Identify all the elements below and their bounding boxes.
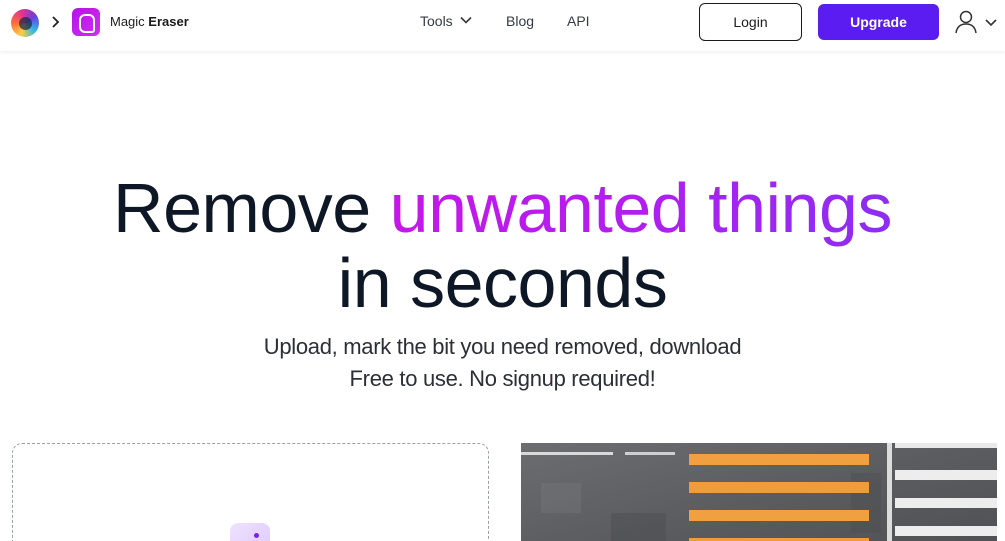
nav-blog-link[interactable]: Blog bbox=[506, 13, 534, 29]
product-name-bold: Eraser bbox=[148, 14, 189, 29]
chevron-down-icon bbox=[985, 19, 997, 27]
upload-image-icon bbox=[230, 523, 270, 541]
magic-eraser-logo-icon[interactable] bbox=[72, 8, 100, 36]
hero-subtitle-free: Free to use. No signup required! bbox=[349, 366, 656, 391]
example-photo bbox=[521, 443, 997, 541]
user-icon bbox=[955, 10, 977, 34]
upload-dropzone[interactable] bbox=[12, 443, 489, 541]
hero-title-highlight: unwanted things bbox=[389, 169, 893, 247]
top-navigation-bar: Magic Eraser Tools Blog API Login Upgrad… bbox=[0, 0, 1005, 51]
hero-subtitle: Upload, mark the bit you need removed, d… bbox=[263, 334, 742, 359]
hero-title-part1: Remove bbox=[113, 169, 390, 247]
user-menu[interactable] bbox=[954, 9, 998, 35]
picsart-logo-icon[interactable] bbox=[11, 9, 39, 37]
login-button[interactable]: Login bbox=[699, 3, 802, 41]
hero-title-line2: in seconds bbox=[337, 244, 668, 322]
hero-title: Remove unwanted things bbox=[0, 168, 1005, 248]
upgrade-button[interactable]: Upgrade bbox=[818, 4, 939, 40]
aerial-crosswalk-photo bbox=[521, 443, 997, 541]
chevron-right-icon bbox=[51, 13, 61, 31]
nav-api-link[interactable]: API bbox=[567, 13, 590, 29]
chevron-down-icon[interactable] bbox=[459, 13, 473, 27]
product-name[interactable]: Magic Eraser bbox=[110, 14, 189, 29]
product-name-regular: Magic bbox=[110, 14, 149, 29]
nav-tools-link[interactable]: Tools bbox=[420, 13, 453, 29]
